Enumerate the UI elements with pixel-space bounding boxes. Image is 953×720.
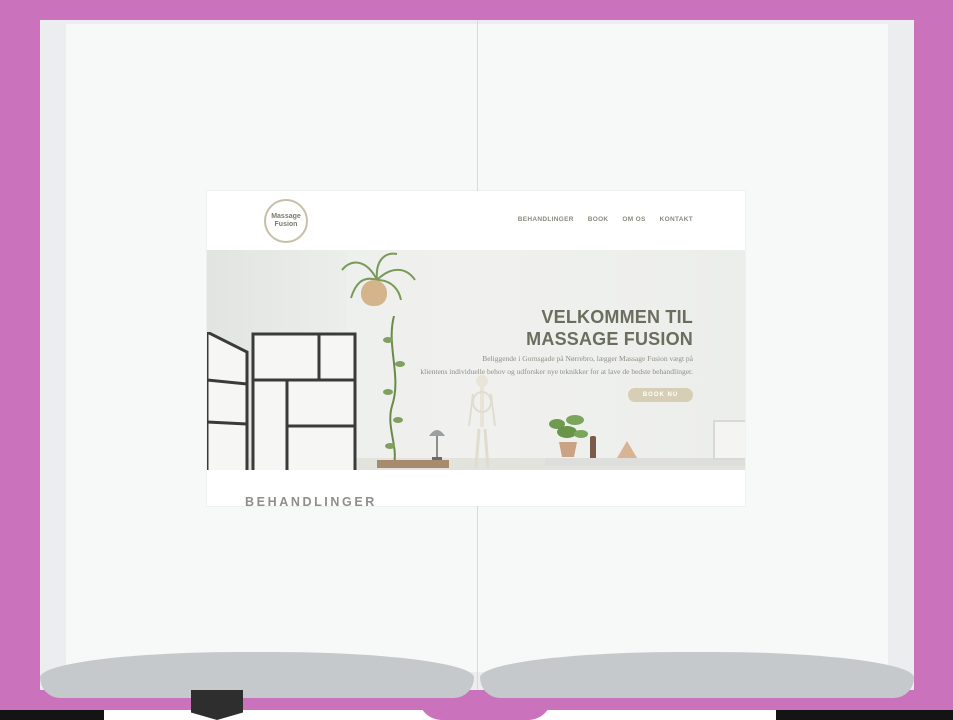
bottom-bar-left [0,710,104,720]
nav-behandlinger[interactable]: BEHANDLINGER [518,216,574,223]
nav-kontakt[interactable]: KONTAKT [660,216,693,223]
logo-line2: Fusion [274,221,298,228]
bottom-bar-right [776,710,953,720]
section-title-behandlinger: BEHANDLINGER [245,495,377,506]
hero-title-line1: VELKOMMEN TIL [541,307,693,327]
salt-lamp [617,441,637,458]
anatomy-skeleton [468,375,496,469]
book-now-button[interactable]: BOOK NU [628,388,693,402]
hero-text: VELKOMMEN TIL MASSAGE FUSION Beliggende … [353,306,693,376]
oil-bottle [590,436,596,458]
logo-line1: Massage [271,213,301,220]
main-nav: BEHANDLINGER BOOK OM OS KONTAKT [518,216,693,223]
picture-frame [713,420,745,460]
hero-description-line1: Beliggende i Gornsgade på Nørrebro, lægg… [482,354,693,363]
side-table [377,460,449,468]
hero-banner: VELKOMMEN TIL MASSAGE FUSION Beliggende … [207,250,745,470]
site-logo[interactable]: Massage Fusion [264,199,308,243]
site-header: Massage Fusion BEHANDLINGER BOOK OM OS K… [207,191,745,250]
room-divider-screen [207,332,357,470]
hero-title-line2: MASSAGE FUSION [526,329,693,349]
potted-plant [549,415,588,457]
website-screenshot: Massage Fusion BEHANDLINGER BOOK OM OS K… [207,191,745,506]
nav-book[interactable]: BOOK [588,216,609,223]
desk-lamp [429,430,445,460]
bookmark-ribbon [191,690,243,720]
bottom-tab [418,696,552,720]
page-curl-left [40,652,474,698]
nav-om-os[interactable]: OM OS [622,216,645,223]
hero-description-line2: klientens individuelle behov og udforske… [420,367,693,376]
page-curl-right [480,652,914,698]
hanging-plant-pot [361,280,387,306]
